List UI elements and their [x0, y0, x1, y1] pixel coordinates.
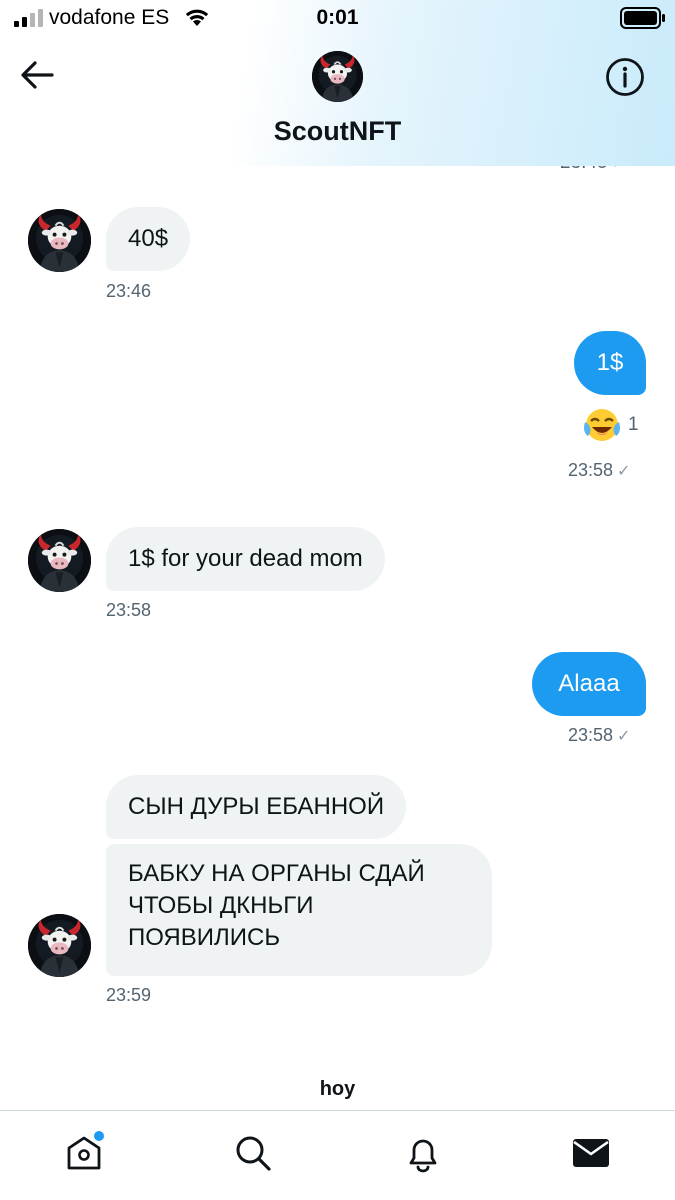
contact-avatar[interactable] — [312, 51, 363, 102]
sent-check-icon: ✓ — [617, 463, 631, 480]
message-text: 40$ — [128, 225, 169, 252]
message-timestamp: 23:58 — [106, 600, 152, 620]
day-separator: hoy — [319, 1078, 356, 1100]
message-timestamp: 23:59 — [106, 985, 152, 1005]
sender-avatar[interactable] — [28, 209, 91, 272]
contact-name[interactable]: ScoutNFT — [0, 116, 675, 147]
nav-messages[interactable] — [567, 1129, 615, 1177]
message-text: 1$ for your dead mom — [128, 545, 363, 572]
info-circle-icon — [606, 58, 644, 96]
reaction-count: 1 — [628, 414, 639, 435]
search-icon — [236, 1136, 271, 1171]
notification-dot — [94, 1131, 104, 1141]
message-timestamp: 23:58 ✓ — [568, 460, 631, 480]
bottom-navigation — [0, 1110, 675, 1200]
message-timestamp: 23:58 ✓ — [568, 725, 631, 745]
status-bar: vodafone ES 0:01 — [0, 0, 675, 36]
message-text: СЫН ДУРЫ ЕБАННОЙ — [128, 793, 385, 820]
message-timestamp: 23:46 — [106, 281, 152, 301]
message-bubble-received[interactable]: БАБКУ НА ОРГАНЫ СДАЙ ЧТОБЫ ДКНЬГИ ПОЯВИЛ… — [106, 844, 492, 976]
message-bubble-sent[interactable]: Alaaa — [532, 652, 646, 716]
arrow-left-icon — [21, 61, 54, 89]
mail-icon — [573, 1139, 609, 1167]
message-text: БАБКУ НА ОРГАНЫ СДАЙ ЧТОБЫ ДКНЬГИ ПОЯВИЛ… — [128, 860, 425, 951]
back-button[interactable] — [14, 52, 60, 98]
message-bubble-received[interactable]: СЫН ДУРЫ ЕБАННОЙ — [106, 775, 407, 839]
message-text: Alaaa — [558, 670, 620, 697]
info-button[interactable] — [600, 52, 650, 102]
status-time: 0:01 — [316, 6, 359, 29]
message-reaction[interactable]: 1 — [582, 406, 639, 444]
message-bubble-received[interactable]: 1$ for your dead mom — [106, 527, 385, 591]
sender-avatar[interactable] — [28, 529, 91, 592]
sent-check-icon: ✓ — [617, 728, 631, 745]
message-list[interactable]: 23:45✓ 40$ 23:46 1$ 1 23:58✓ 1$ for your… — [0, 0, 675, 1108]
message-text: 1$ — [596, 349, 624, 376]
laughing-tears-emoji-icon — [584, 409, 620, 441]
bell-icon — [409, 1139, 437, 1173]
message-bubble-sent[interactable]: 1$ — [574, 331, 646, 395]
nav-notifications[interactable] — [399, 1129, 447, 1177]
nav-search[interactable] — [229, 1129, 277, 1177]
sender-avatar[interactable] — [28, 914, 91, 977]
conversation-header: vodafone ES 0:01 ScoutNFT — [0, 0, 675, 166]
message-bubble-received[interactable]: 40$ — [106, 207, 191, 271]
battery-icon — [620, 7, 665, 29]
